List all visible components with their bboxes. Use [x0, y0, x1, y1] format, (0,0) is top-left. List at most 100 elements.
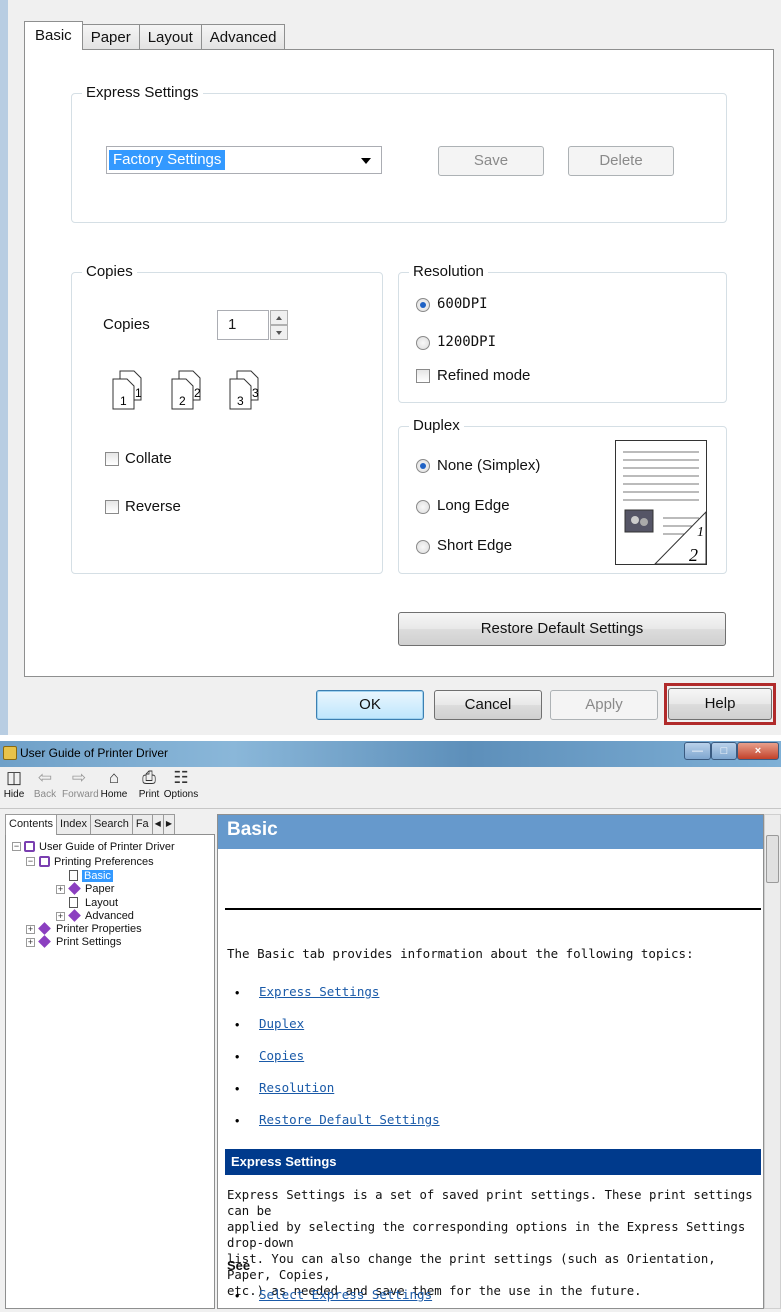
resolution-group-label: Resolution	[409, 262, 488, 282]
link-express-settings[interactable]: Express Settings	[259, 984, 379, 999]
print-button[interactable]: ⎙ Print	[136, 768, 162, 801]
sheet-copy-number: 3	[252, 386, 259, 400]
duplex-back-page-number: 2	[689, 545, 698, 565]
reverse-checkbox[interactable]	[105, 500, 119, 514]
tree-item-paper[interactable]: Paper	[85, 883, 114, 896]
copies-group-label: Copies	[82, 262, 137, 282]
collate-page-icon-3: 3 3	[229, 370, 259, 410]
duplex-short-edge-radio[interactable]	[416, 540, 430, 554]
tree-item-basic-label: Basic	[82, 870, 113, 882]
collapse-toggle-icon[interactable]: −	[26, 857, 35, 866]
sheet-page-number: 3	[237, 394, 244, 408]
refined-mode-label: Refined mode	[437, 367, 531, 384]
open-book-icon	[24, 841, 35, 852]
tab-basic[interactable]: Basic	[24, 21, 83, 50]
page-icon	[69, 870, 78, 881]
options-button[interactable]: ☷ Options	[162, 768, 200, 801]
duplex-long-edge-radio[interactable]	[416, 500, 430, 514]
page-icon	[69, 897, 78, 908]
minimize-icon[interactable]: —	[684, 742, 711, 760]
tree-item-user-guide[interactable]: User Guide of Printer Driver	[39, 841, 175, 854]
resolution-1200dpi-label: 1200DPI	[437, 334, 497, 350]
help-app-icon	[3, 746, 17, 760]
restore-default-settings-button[interactable]: Restore Default Settings	[398, 612, 726, 646]
link-restore-default-settings[interactable]: Restore Default Settings	[259, 1112, 440, 1127]
scrollbar-thumb[interactable]	[766, 835, 779, 883]
copies-increment-button[interactable]	[270, 310, 288, 325]
expand-toggle-icon[interactable]: +	[26, 925, 35, 934]
closed-book-icon	[68, 909, 81, 922]
expand-toggle-icon[interactable]: +	[56, 885, 65, 894]
duplex-preview-icon: 1 2	[615, 440, 707, 565]
duplex-long-edge-label: Long Edge	[437, 497, 510, 514]
link-copies[interactable]: Copies	[259, 1048, 304, 1063]
viewer-titlebar: User Guide of Printer Driver — □ ×	[0, 741, 781, 767]
apply-button[interactable]: Apply	[550, 690, 658, 720]
hide-label: Hide	[3, 789, 25, 800]
resolution-1200dpi-radio[interactable]	[416, 336, 430, 350]
tab-index[interactable]: Index	[56, 814, 91, 834]
tab-advanced[interactable]: Advanced	[200, 24, 286, 50]
refined-mode-checkbox[interactable]	[416, 369, 430, 383]
forward-button[interactable]: ⇨ Forward	[62, 769, 99, 801]
ok-button[interactable]: OK	[316, 690, 424, 720]
tab-paper[interactable]: Paper	[81, 24, 140, 50]
dialog-tabstrip: Basic Paper Layout Advanced	[24, 21, 286, 50]
express-settings-dropdown[interactable]: Factory Settings	[106, 146, 382, 174]
copies-input[interactable]: 1	[217, 310, 269, 340]
collate-page-icon-1: 1 1	[112, 370, 142, 410]
options-icon: ☷	[173, 768, 189, 787]
cancel-button[interactable]: Cancel	[434, 690, 542, 720]
tree-item-printing-preferences[interactable]: Printing Preferences	[54, 856, 154, 869]
collapse-toggle-icon[interactable]: −	[12, 842, 21, 851]
back-label: Back	[33, 789, 57, 800]
delete-button[interactable]: Delete	[568, 146, 674, 176]
duplex-none-radio[interactable]	[416, 459, 430, 473]
navigation-pane: Contents Index Search Fa ◀ ▶ − User Guid…	[5, 814, 215, 1309]
save-button[interactable]: Save	[438, 146, 544, 176]
duplex-group-label: Duplex	[409, 416, 464, 436]
content-scrollbar[interactable]	[764, 814, 781, 1309]
copies-decrement-button[interactable]	[270, 325, 288, 340]
back-button[interactable]: ⇦ Back	[28, 768, 62, 801]
express-settings-selected: Factory Settings	[109, 150, 226, 170]
tree-item-advanced[interactable]: Advanced	[85, 910, 134, 923]
expand-toggle-icon[interactable]: +	[56, 912, 65, 921]
tab-search[interactable]: Search	[89, 814, 133, 834]
tab-favorites[interactable]: Fa	[131, 814, 153, 834]
tree-item-print-settings[interactable]: Print Settings	[56, 936, 121, 949]
tree-item-layout[interactable]: Layout	[85, 897, 118, 910]
resolution-600dpi-radio[interactable]	[416, 298, 430, 312]
tab-scroll-right-icon[interactable]: ▶	[162, 814, 175, 834]
closed-book-icon	[68, 882, 81, 895]
close-icon[interactable]: ×	[737, 742, 779, 760]
duplex-none-label: None (Simplex)	[437, 457, 541, 474]
tree-item-basic[interactable]: Basic	[82, 870, 113, 883]
expand-toggle-icon[interactable]: +	[26, 938, 35, 947]
maximize-icon[interactable]: □	[711, 742, 737, 760]
sheet-copy-number: 1	[135, 386, 142, 400]
sheet-page-number: 2	[179, 394, 186, 408]
navigation-tabs: Contents Index Search Fa ◀ ▶	[5, 814, 175, 835]
tab-layout[interactable]: Layout	[138, 24, 202, 50]
back-arrow-icon: ⇦	[37, 768, 53, 787]
link-resolution[interactable]: Resolution	[259, 1080, 334, 1095]
sheet-page-number: 1	[120, 394, 127, 408]
contents-tree: − User Guide of Printer Driver − Printin…	[5, 834, 215, 1309]
home-label: Home	[100, 789, 128, 800]
express-settings-group-label: Express Settings	[82, 83, 203, 103]
home-button[interactable]: ⌂ Home	[97, 768, 131, 801]
closed-book-icon	[38, 922, 51, 935]
hide-button[interactable]: ◫ Hide	[2, 769, 26, 801]
link-duplex[interactable]: Duplex	[259, 1016, 304, 1031]
sheet-copy-number: 2	[194, 386, 201, 400]
collate-checkbox[interactable]	[105, 452, 119, 466]
home-icon: ⌂	[108, 768, 120, 787]
link-select-express-settings[interactable]: Select Express Settings	[259, 1287, 432, 1302]
printer-icon: ⎙	[142, 768, 156, 787]
section-header-bar: Express Settings	[225, 1149, 761, 1175]
tab-contents[interactable]: Contents	[5, 814, 58, 835]
section-title: Express Settings	[231, 1154, 337, 1169]
tree-item-printer-properties[interactable]: Printer Properties	[56, 923, 142, 936]
reverse-label: Reverse	[125, 498, 181, 515]
